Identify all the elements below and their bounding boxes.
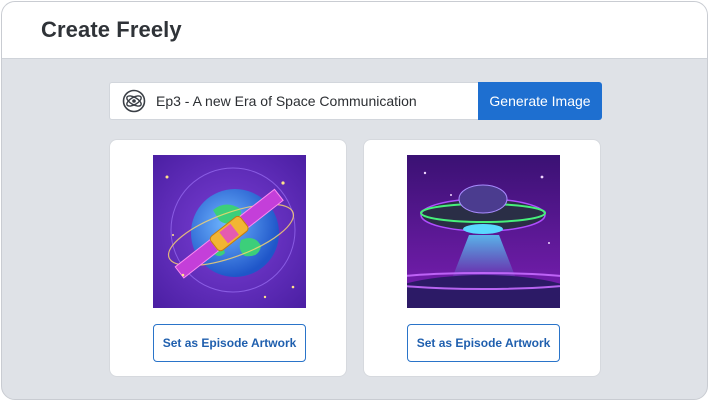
- prompt-row: Ep3 - A new Era of Space Communication G…: [109, 82, 602, 120]
- set-episode-artwork-button-2[interactable]: Set as Episode Artwork: [407, 324, 560, 362]
- prompt-input[interactable]: Ep3 - A new Era of Space Communication: [109, 82, 478, 120]
- header: Create Freely: [2, 2, 707, 59]
- result-card-2: Set as Episode Artwork: [363, 139, 601, 377]
- result-card-1: Set as Episode Artwork: [109, 139, 347, 377]
- generate-image-button[interactable]: Generate Image: [478, 82, 602, 120]
- atom-icon: [122, 89, 146, 113]
- app-window: Create Freely Ep3 - A new Era of Space C…: [1, 1, 708, 400]
- ufo-planet-image[interactable]: [407, 155, 560, 308]
- prompt-text: Ep3 - A new Era of Space Communication: [156, 93, 417, 109]
- satellite-earth-image[interactable]: [153, 155, 306, 308]
- set-episode-artwork-button-1[interactable]: Set as Episode Artwork: [153, 324, 306, 362]
- page-title: Create Freely: [41, 17, 182, 42]
